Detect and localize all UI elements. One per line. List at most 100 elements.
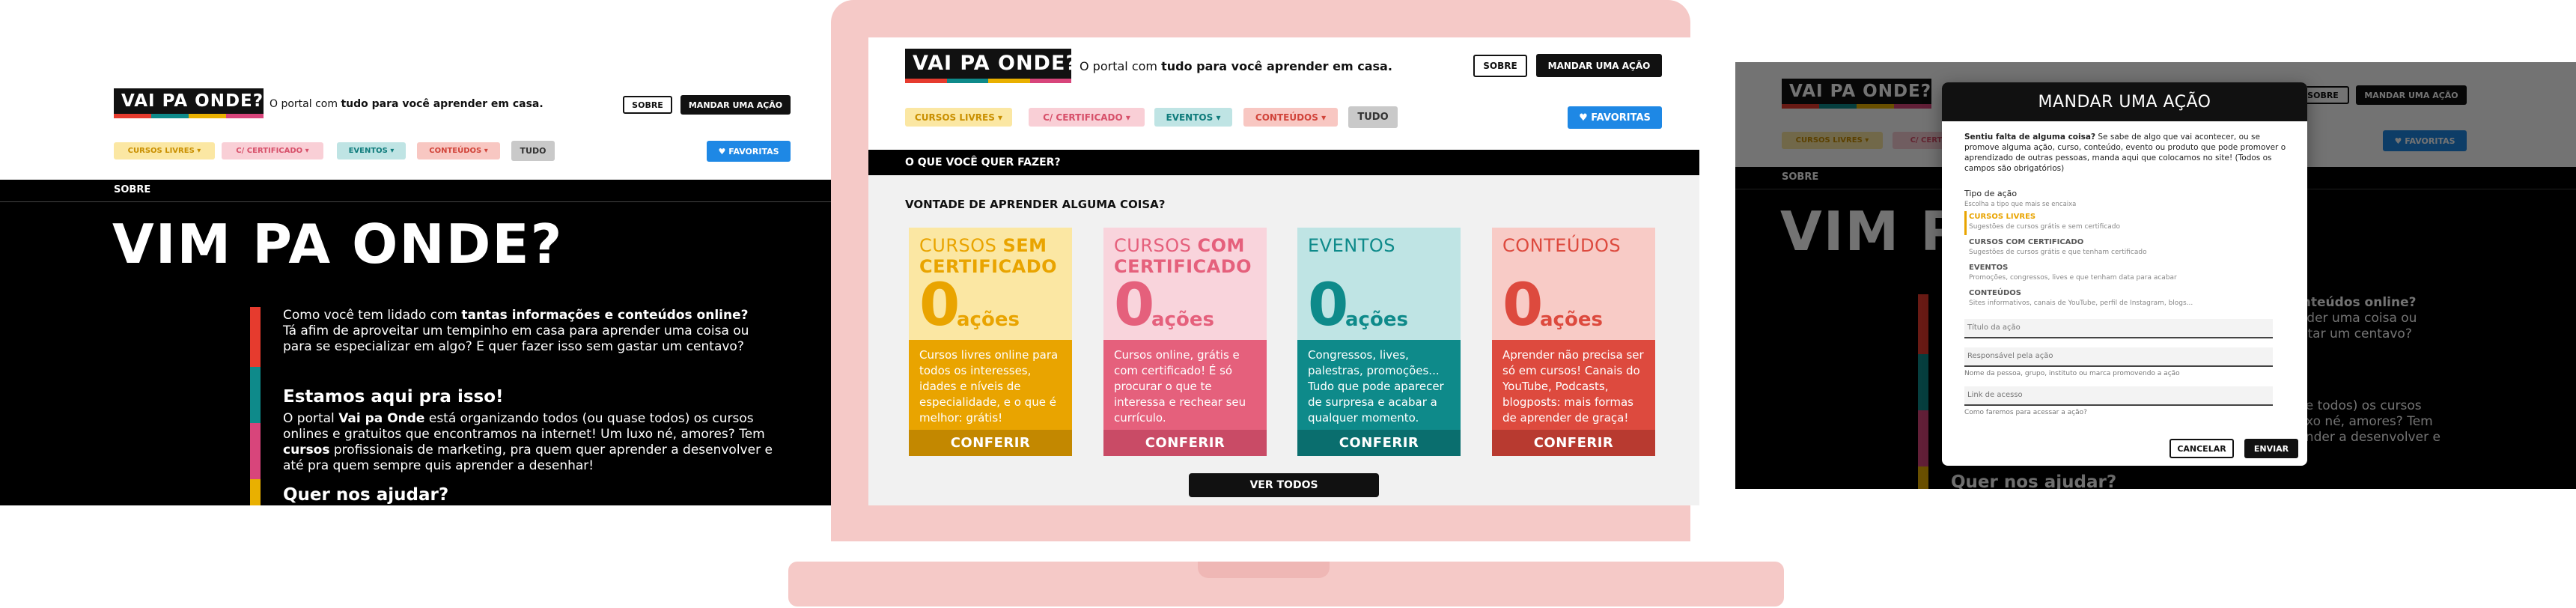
filter-label: TUDO	[1357, 112, 1389, 123]
site-logo[interactable]: VAI PA ONDE?	[905, 49, 1077, 83]
card-title: EVENTOS	[1308, 235, 1395, 256]
tagline-bold: tudo para você aprender em casa.	[341, 98, 543, 110]
p1-a: Como você tem lidado com	[283, 308, 462, 323]
p2-b: Vai pa Onde	[338, 411, 425, 426]
cancel-button[interactable]: CANCELAR	[2169, 439, 2234, 458]
chevron-down-icon: ▾	[1216, 112, 1221, 123]
cancel-label: CANCELAR	[2177, 443, 2226, 454]
card-unit: ações	[1345, 308, 1408, 331]
card-header: CURSOS SEM CERTIFICADO 0 ações	[909, 228, 1072, 340]
filter-eventos[interactable]: EVENTOS ▾	[337, 142, 406, 159]
tagline-prefix: O portal com	[1080, 59, 1157, 73]
logo-stripes	[114, 114, 264, 118]
h2-text: Estamos aqui pra isso!	[283, 387, 504, 407]
what-to-do-banner: O QUE VOCÊ QUER FAZER?	[868, 150, 1699, 175]
card-title: CURSOS COM CERTIFICADO	[1114, 235, 1252, 277]
card-description: Cursos online, grátis e com certificado!…	[1103, 340, 1267, 430]
type-label: Tipo de ação	[1964, 189, 2018, 198]
card-cta-button[interactable]: CONFERIR	[1103, 430, 1267, 456]
filter-label: EVENTOS	[1166, 112, 1214, 123]
submit-action-label: MANDAR UMA AÇÃO	[688, 100, 783, 110]
about-button[interactable]: SOBRE	[623, 96, 672, 114]
card-cta-button[interactable]: CONFERIR	[1297, 430, 1461, 456]
site-tagline: O portal com tudo para você aprender em …	[1080, 59, 1392, 73]
chevron-down-icon: ▾	[305, 147, 309, 155]
action-link-field[interactable]: Link de acesso	[1964, 386, 2273, 406]
title-a: CURSOS	[919, 235, 1003, 256]
type-help: Escolha a tipo que mais se encaixa	[1964, 201, 2077, 208]
filter-tudo[interactable]: TUDO	[1348, 106, 1398, 128]
option-desc: Sites informativos, canais de YouTube, p…	[1969, 300, 2193, 307]
field-placeholder: Responsável pela ação	[1967, 352, 2053, 360]
card-header: CONTEÚDOS 0 ações	[1492, 228, 1655, 340]
see-all-button[interactable]: VER TODOS	[1189, 473, 1379, 497]
section-label-text: SOBRE	[114, 184, 151, 195]
filter-certificado[interactable]: C/ CERTIFICADO ▾	[1029, 108, 1145, 127]
chevron-down-icon: ▾	[484, 147, 488, 155]
filter-conteudos[interactable]: CONTEÚDOS ▾	[417, 142, 500, 159]
submit-action-button[interactable]: MANDAR UMA AÇÃO	[680, 95, 791, 115]
filter-label: CONTEÚDOS	[429, 147, 482, 155]
filter-cursos-livres[interactable]: CURSOS LIVRES ▾	[905, 108, 1012, 127]
modal-intro: Sentiu falta de alguma coisa? Se sabe de…	[1964, 132, 2286, 174]
option-title: CONTEÚDOS	[1969, 289, 2021, 297]
banner-text: O QUE VOCÊ QUER FAZER?	[905, 156, 1061, 168]
card-title: CONTEÚDOS	[1502, 235, 1622, 256]
card-count: 0	[1114, 272, 1155, 339]
about-button[interactable]: SOBRE	[1473, 55, 1527, 77]
send-button[interactable]: ENVIAR	[2244, 439, 2298, 458]
about-heading-3: Quer nos ajudar?	[283, 485, 448, 505]
p1-b: tantas informações e conteúdos online?	[461, 308, 749, 323]
filter-label: TUDO	[520, 146, 546, 156]
home-page-screen: VAI PA ONDE? O portal com tudo para você…	[868, 37, 1699, 505]
send-label: ENVIAR	[2253, 443, 2289, 454]
category-section: VONTADE DE APRENDER ALGUMA COISA? CURSOS…	[868, 175, 1699, 505]
tagline-prefix: O portal com	[270, 98, 338, 110]
submit-action-modal: MANDAR UMA AÇÃO Sentiu falta de alguma c…	[1942, 82, 2307, 466]
action-title-field[interactable]: Título da ação	[1964, 319, 2273, 338]
filter-cursos-livres[interactable]: CURSOS LIVRES ▾	[114, 142, 215, 159]
logo-text: VAI PA ONDE?	[121, 91, 264, 111]
modal-header: MANDAR UMA AÇÃO	[1942, 82, 2307, 121]
filter-certificado[interactable]: C/ CERTIFICADO ▾	[222, 142, 323, 159]
laptop-notch	[1198, 562, 1330, 578]
card-cta-button[interactable]: CONFERIR	[1492, 430, 1655, 456]
field-placeholder: Título da ação	[1967, 323, 2021, 332]
card-count: 0	[1502, 272, 1544, 339]
filter-label: EVENTOS	[348, 147, 388, 155]
filter-conteudos[interactable]: CONTEÚDOS ▾	[1243, 108, 1338, 127]
option-eventos[interactable]	[1964, 261, 2279, 285]
favorites-label: FAVORITAS	[728, 146, 779, 156]
category-card-eventos[interactable]: EVENTOS 0 ações Congressos, lives, pales…	[1297, 228, 1461, 456]
site-logo[interactable]: VAI PA ONDE?	[114, 88, 264, 118]
category-card-conteudos[interactable]: CONTEÚDOS 0 ações Aprender não precisa s…	[1492, 228, 1655, 456]
page-title-text: VIM PA ONDE?	[112, 213, 564, 276]
category-card-cursos-livres[interactable]: CURSOS SEM CERTIFICADO 0 ações Cursos liv…	[909, 228, 1072, 456]
card-title: CURSOS SEM CERTIFICADO	[919, 235, 1057, 277]
favorites-button[interactable]: ♥ FAVORITAS	[1568, 106, 1662, 129]
about-button-label: SOBRE	[632, 100, 663, 110]
about-heading-2: Estamos aqui pra isso!	[283, 387, 504, 407]
submit-action-button[interactable]: MANDAR UMA AÇÃO	[1536, 54, 1662, 77]
option-title: CURSOS LIVRES	[1969, 213, 2036, 221]
card-header: EVENTOS 0 ações	[1297, 228, 1461, 340]
link-help: Como faremos para acessar a ação?	[1964, 409, 2087, 416]
card-description: Aprender não precisa ser só em cursos! C…	[1492, 340, 1655, 430]
side-color-bar	[250, 307, 261, 505]
title-b: COM	[1197, 235, 1245, 256]
card-description: Cursos livres online para todos os inter…	[909, 340, 1072, 430]
category-card-certificado[interactable]: CURSOS COM CERTIFICADO 0 ações Cursos onl…	[1103, 228, 1267, 456]
chevron-down-icon: ▾	[197, 147, 201, 155]
filter-tudo[interactable]: TUDO	[511, 141, 555, 161]
filter-eventos[interactable]: EVENTOS ▾	[1154, 108, 1232, 127]
option-title: EVENTOS	[1969, 264, 2009, 272]
chevron-down-icon: ▾	[390, 147, 395, 155]
about-paragraph-1: Como você tem lidado com tantas informaç…	[283, 308, 762, 355]
filter-label: CONTEÚDOS	[1255, 112, 1318, 123]
card-count: 0	[1308, 272, 1349, 339]
option-desc: Sugestões de cursos grátis e que tenham …	[1969, 249, 2147, 256]
chevron-down-icon: ▾	[1321, 112, 1327, 123]
action-owner-field[interactable]: Responsável pela ação	[1964, 347, 2273, 367]
card-cta-button[interactable]: CONFERIR	[909, 430, 1072, 456]
favorites-button[interactable]: ♥ FAVORITAS	[707, 141, 791, 162]
